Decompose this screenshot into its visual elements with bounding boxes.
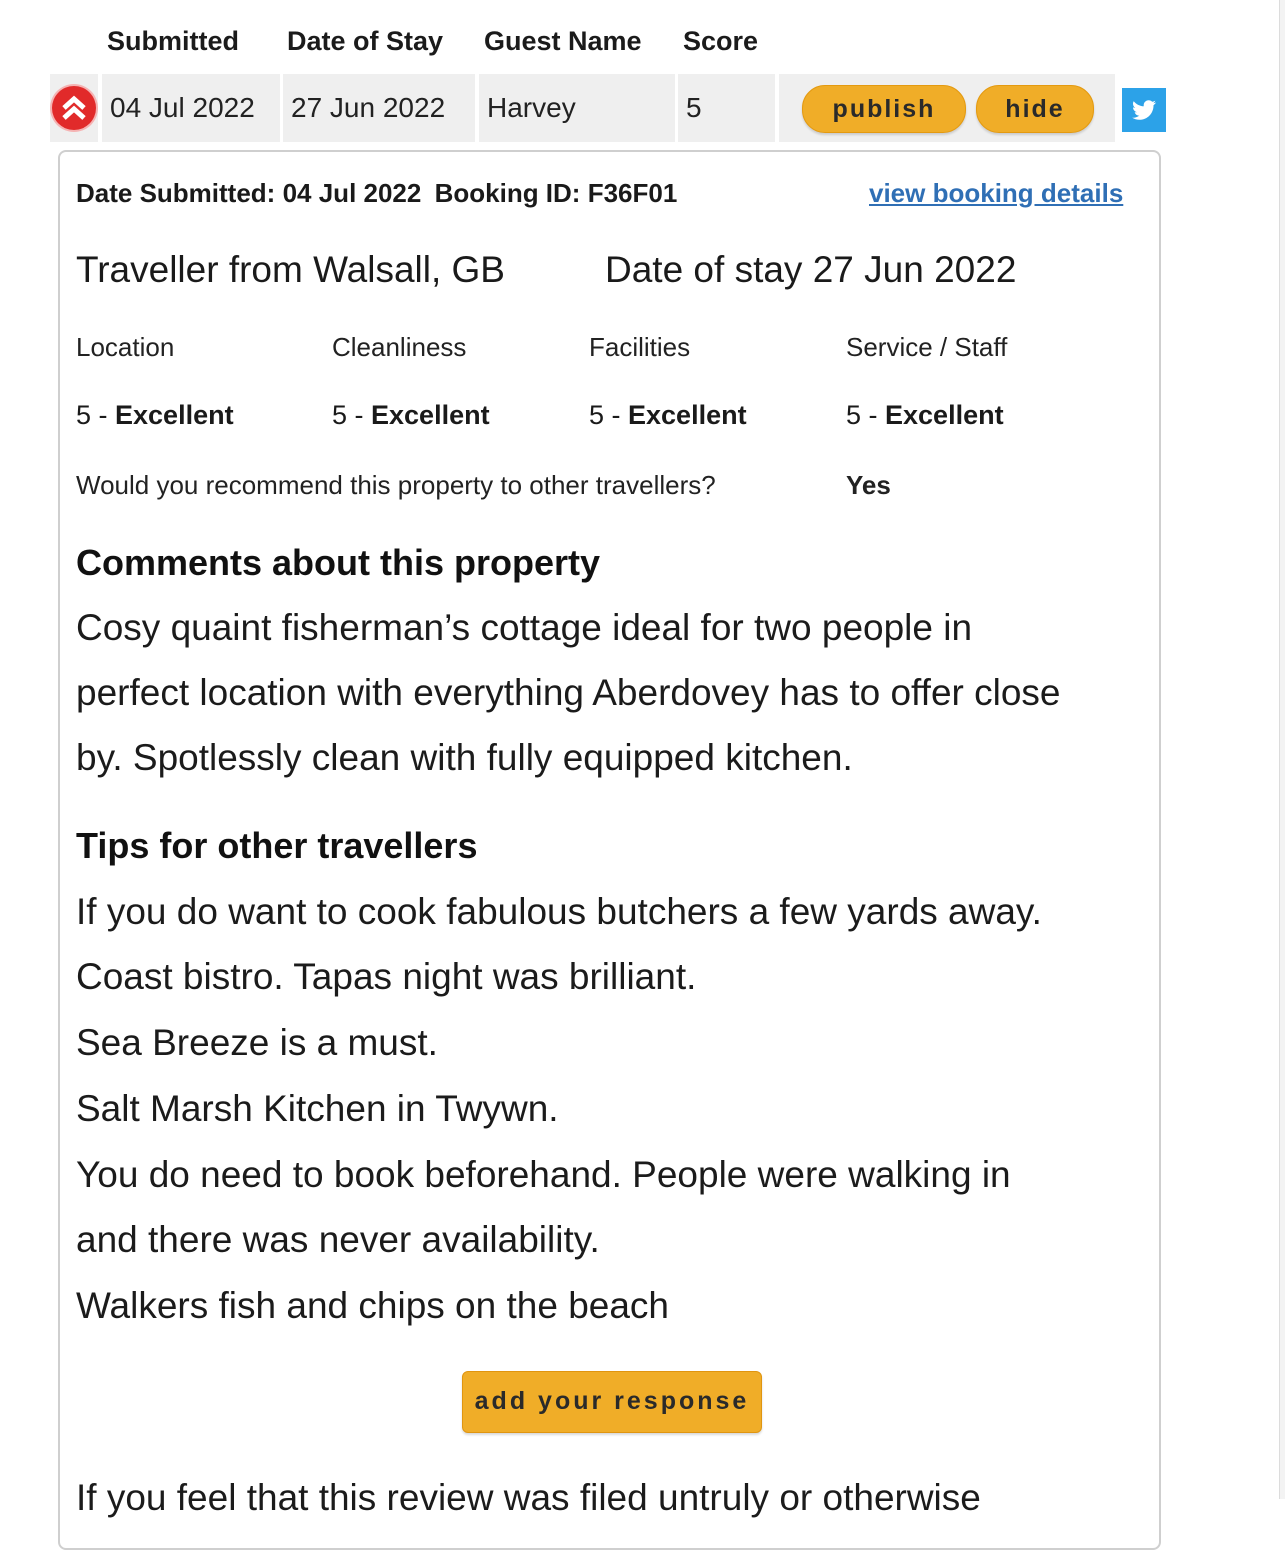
- cell-date-of-stay: 27 Jun 2022: [283, 74, 475, 142]
- traveller-origin: Traveller from Walsall, GB: [76, 249, 505, 290]
- header-score: Score: [683, 26, 759, 56]
- comments-heading: Comments about this property: [76, 542, 601, 583]
- tip-line: Coast bistro. Tapas night was brilliant.: [76, 956, 697, 997]
- rating-score-cleanliness: 5 - Excellent: [332, 400, 490, 430]
- comment-line: by. Spotlessly clean with fully equipped…: [76, 737, 853, 778]
- tip-line: You do need to book beforehand. People w…: [76, 1154, 1011, 1195]
- rating-category-location: Location: [76, 332, 175, 362]
- tip-line: Sea Breeze is a must.: [76, 1022, 438, 1063]
- publish-button[interactable]: publish: [802, 85, 966, 133]
- add-response-button[interactable]: add your response: [462, 1371, 762, 1433]
- header-guest-name: Guest Name: [484, 26, 642, 56]
- date-of-stay-text: Date of stay 27 Jun 2022: [605, 249, 1017, 290]
- booking-id-label: Booking ID:: [434, 178, 581, 208]
- tips-heading: Tips for other travellers: [76, 825, 478, 866]
- view-booking-details-link[interactable]: view booking details: [869, 178, 1123, 209]
- date-submitted-value: 04 Jul 2022: [282, 178, 422, 208]
- comment-line: perfect location with everything Aberdov…: [76, 672, 1061, 713]
- booking-id-value: F36F01: [587, 178, 678, 208]
- cell-score: 5: [678, 74, 775, 142]
- twitter-icon[interactable]: [1122, 88, 1166, 132]
- alert-chevron-up-icon[interactable]: [52, 86, 96, 130]
- comment-line: Cosy quaint fisherman’s cottage ideal fo…: [76, 607, 973, 648]
- rating-score-service: 5 - Excellent: [846, 400, 1004, 430]
- tip-line: Salt Marsh Kitchen in Twywn.: [76, 1088, 559, 1129]
- booking-meta: Date Submitted: 04 Jul 2022 Booking ID: …: [76, 178, 677, 209]
- review-panel: Date Submitted: 04 Jul 2022 Booking ID: …: [58, 150, 1161, 1550]
- cut-off-footer-text: If you feel that this review was filed u…: [76, 1477, 981, 1518]
- rating-category-cleanliness: Cleanliness: [332, 332, 467, 362]
- recommend-question: Would you recommend this property to oth…: [76, 470, 716, 500]
- cell-guest-name: Harvey: [479, 74, 675, 142]
- header-date-of-stay: Date of Stay: [287, 26, 444, 56]
- tip-line: If you do want to cook fabulous butchers…: [76, 891, 1042, 932]
- hide-button[interactable]: hide: [976, 85, 1094, 133]
- header-submitted: Submitted: [107, 26, 239, 56]
- date-submitted-label: Date Submitted:: [76, 178, 276, 208]
- rating-score-facilities: 5 - Excellent: [589, 400, 747, 430]
- tip-line: and there was never availability.: [76, 1219, 600, 1260]
- rating-score-location: 5 - Excellent: [76, 400, 234, 430]
- section-heading-cropped: [160, 0, 320, 4]
- tip-line: Walkers fish and chips on the beach: [76, 1285, 670, 1326]
- rating-category-facilities: Facilities: [589, 332, 691, 362]
- recommend-answer: Yes: [846, 470, 891, 500]
- cell-submitted: 04 Jul 2022: [102, 74, 280, 142]
- page-scroll-edge: [1279, 0, 1285, 1499]
- rating-category-service: Service / Staff: [846, 332, 1008, 362]
